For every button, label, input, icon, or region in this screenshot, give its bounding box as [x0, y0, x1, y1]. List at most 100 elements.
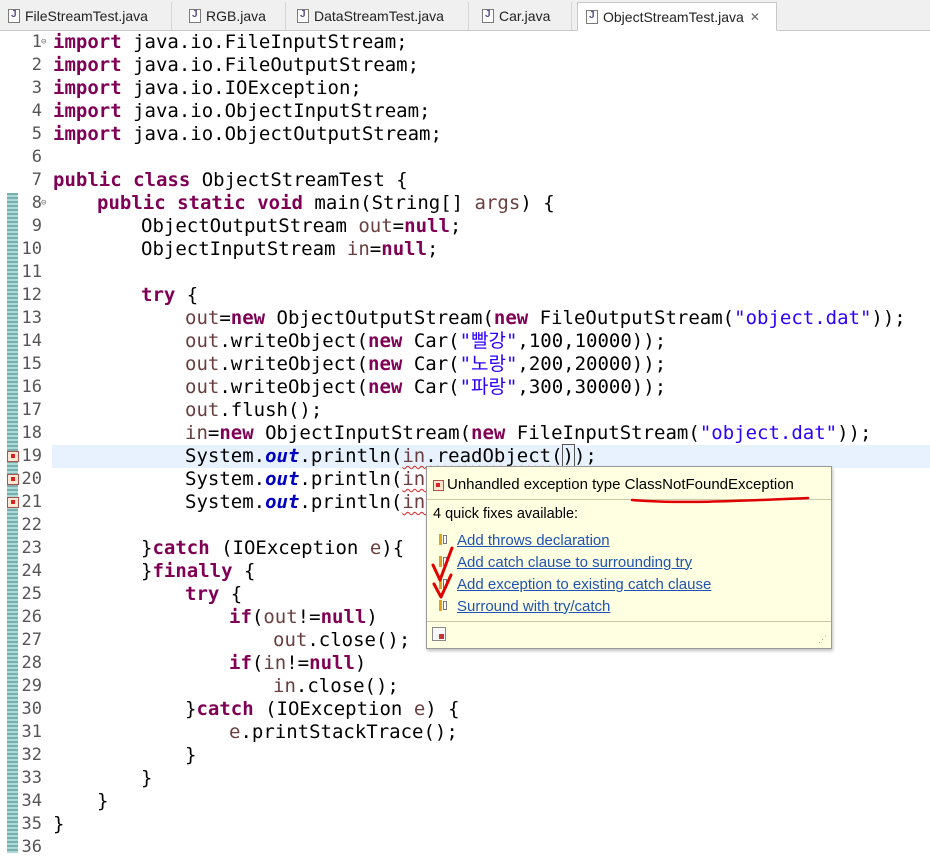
line-number: 14 [21, 331, 42, 351]
line-number: 13 [21, 308, 42, 328]
code-line-20: System.out.println(in. [185, 468, 437, 490]
code-line-25: try { [185, 583, 243, 605]
java-file-icon [8, 9, 20, 23]
divider [427, 499, 831, 500]
quick-fix-surround-try-catch[interactable]: Surround with try/catch [439, 596, 610, 616]
quick-fix-count: 4 quick fixes available: [433, 506, 579, 522]
code-line-2: import java.io.FileOutputStream; [53, 54, 420, 76]
tab-label: Car.java [499, 8, 551, 24]
quick-fix-popup: Unhandled exception type ClassNotFoundEx… [426, 466, 832, 649]
code-line-35: } [53, 813, 65, 835]
resize-grip[interactable]: ⋰ [818, 634, 827, 645]
quick-fix-add-catch-clause[interactable]: Add catch clause to surrounding try [439, 552, 692, 572]
line-number: 6 [31, 147, 42, 167]
java-file-icon [189, 9, 201, 23]
code-line-16: out.writeObject(new Car("파랑",300,30000))… [185, 376, 667, 398]
code-line-29: in.close(); [273, 675, 399, 697]
line-number: 30 [21, 699, 42, 719]
quick-fix-icon [439, 533, 449, 547]
tab-filestreamtest[interactable]: FileStreamTest.java [0, 2, 172, 30]
quick-fix-icon [439, 555, 449, 569]
line-number: 11 [21, 262, 42, 282]
line-number: 2 [31, 55, 42, 75]
close-icon[interactable]: ✕ [750, 10, 760, 24]
code-line-33: } [141, 767, 153, 789]
code-line-15: out.writeObject(new Car("노랑",200,20000))… [185, 353, 667, 375]
tab-label: RGB.java [206, 8, 266, 24]
line-number: 4 [31, 101, 42, 121]
code-line-28: if(in!=null) [229, 652, 367, 674]
error-icon [433, 479, 444, 491]
line-number: 27 [21, 630, 42, 650]
code-line-31: e.printStackTrace(); [229, 721, 458, 743]
error-marker-icon[interactable] [7, 497, 19, 508]
tab-label: ObjectStreamTest.java [603, 8, 744, 25]
code-line-10: ObjectInputStream in=null; [141, 238, 439, 260]
tab-label: DataStreamTest.java [314, 8, 444, 24]
editor-tab-bar: FileStreamTest.java RGB.java DataStreamT… [0, 0, 930, 31]
code-line-13: out=new ObjectOutputStream(new FileOutpu… [185, 307, 906, 329]
line-number: 1 [31, 32, 42, 52]
line-number: 7 [31, 170, 42, 190]
tab-rgb[interactable]: RGB.java [181, 2, 286, 30]
fold-collapse-icon[interactable]: ⊖ [41, 192, 49, 215]
quick-fix-add-to-existing-catch[interactable]: Add exception to existing catch clause [439, 574, 711, 594]
fold-collapse-icon[interactable]: ⊖ [41, 31, 49, 54]
quick-fix-icon [439, 599, 449, 613]
code-line-23: }catch (IOException e){ [141, 537, 405, 559]
code-line-26: if(out!=null) [229, 606, 378, 628]
line-number: 28 [21, 653, 42, 673]
preferences-icon[interactable] [432, 627, 446, 641]
tab-car[interactable]: Car.java [474, 2, 572, 30]
line-number: 10 [21, 239, 42, 259]
code-line-30: }catch (IOException e) { [185, 698, 460, 720]
quick-fix-add-throws[interactable]: Add throws declaration [439, 530, 610, 550]
code-line-19: System.out.println(in.readObject()); [185, 444, 597, 468]
popup-title: Unhandled exception type ClassNotFoundEx… [433, 476, 794, 493]
code-line-3: import java.io.IOException; [53, 77, 362, 99]
line-number: 26 [21, 607, 42, 627]
line-number: 23 [21, 538, 42, 558]
tab-objectstreamtest[interactable]: ObjectStreamTest.java ✕ [577, 2, 777, 31]
exception-type: ClassNotFoundException [624, 476, 794, 493]
line-number: 25 [21, 584, 42, 604]
code-line-5: import java.io.ObjectOutputStream; [53, 123, 442, 145]
line-number: 16 [21, 377, 42, 397]
error-marker-icon[interactable] [7, 451, 19, 462]
code-line-18: in=new ObjectInputStream(new FileInputSt… [185, 422, 872, 444]
line-number: 18 [21, 423, 42, 443]
code-line-4: import java.io.ObjectInputStream; [53, 100, 431, 122]
code-line-1: import java.io.FileInputStream; [53, 31, 408, 53]
line-number: 3 [31, 78, 42, 98]
line-number: 8 [31, 193, 42, 213]
tab-label: FileStreamTest.java [25, 8, 148, 24]
code-line-12: try { [141, 284, 199, 306]
line-number: 12 [21, 285, 42, 305]
code-line-34: } [97, 790, 109, 812]
code-line-24: }finally { [141, 560, 256, 582]
tab-datastreamtest[interactable]: DataStreamTest.java [289, 2, 469, 30]
line-number: 31 [21, 722, 42, 742]
code-line-7: public class ObjectStreamTest { [53, 169, 408, 191]
line-number: 15 [21, 354, 42, 374]
line-number: 35 [21, 814, 42, 834]
divider [427, 621, 831, 622]
java-file-icon [586, 9, 598, 24]
line-number: 34 [21, 791, 42, 811]
error-marker-icon[interactable] [7, 474, 19, 485]
quick-fix-icon [439, 577, 449, 591]
code-editor[interactable]: 1 2 3 4 5 6 7 8 9 10 11 12 13 14 15 16 17 18 19 20 21 22 23 24 2… [0, 31, 930, 857]
code-area[interactable]: import java.io.FileInputStream; import j… [53, 31, 930, 853]
line-number: 9 [31, 216, 42, 236]
code-line-8: public static void main(String[] args) { [97, 192, 555, 214]
line-number: 32 [21, 745, 42, 765]
code-line-21: System.out.println(in. [185, 491, 437, 513]
line-number: 5 [31, 124, 42, 144]
code-line-27: out.close(); [273, 629, 411, 651]
line-number: 29 [21, 676, 42, 696]
line-number: 36 [21, 837, 42, 857]
code-line-9: ObjectOutputStream out=null; [141, 215, 462, 237]
code-line-14: out.writeObject(new Car("빨강",100,10000))… [185, 330, 667, 352]
line-number: 33 [21, 768, 42, 788]
line-number: 22 [21, 515, 42, 535]
